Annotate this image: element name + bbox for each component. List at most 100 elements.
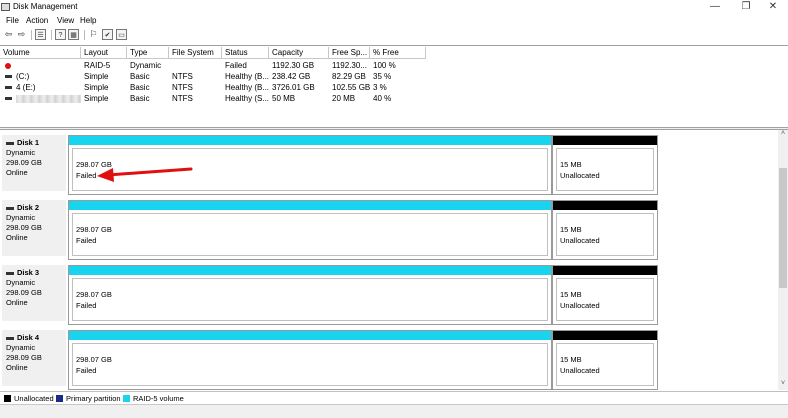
partition-status: Unallocated <box>560 301 600 310</box>
scroll-down-icon[interactable]: ˅ <box>778 380 788 387</box>
file-system-cell <box>169 60 222 71</box>
partition-body: 15 MB Unallocated <box>556 148 654 191</box>
partition-status: Failed <box>76 171 97 180</box>
menu-help[interactable]: Help <box>80 16 96 25</box>
capacity-cell: 3726.01 GB <box>272 83 315 92</box>
minimize-button[interactable]: — <box>700 0 730 14</box>
partition-size: 298.07 GB <box>76 160 112 169</box>
disk-row: Disk 1 Dynamic 298.09 GB Online 298.07 G… <box>0 132 778 195</box>
volume-cell: 4 (E:) <box>2 82 81 93</box>
volume-row[interactable]: 4 (E:) Simple Basic NTFS Healthy (B... 3… <box>0 82 426 93</box>
list-view-icon[interactable]: ☰ <box>35 29 46 40</box>
grid-view-icon[interactable]: ▦ <box>68 29 79 40</box>
free-space-cell: 102.55 GB <box>332 83 370 92</box>
column-header-file-system[interactable]: File System <box>169 47 222 59</box>
disk-name: Disk 3 <box>17 268 40 277</box>
unallocated-partition[interactable]: 15 MB Unallocated <box>552 200 658 260</box>
column-header-percent-free[interactable]: % Free <box>370 47 426 59</box>
scroll-thumb[interactable] <box>779 168 787 288</box>
disk-management-app-icon <box>1 3 10 11</box>
disk-label[interactable]: Disk 2 Dynamic 298.09 GB Online <box>2 200 66 256</box>
legend-label: RAID-5 volume <box>133 394 184 403</box>
maximize-button[interactable]: ❐ <box>731 0 761 14</box>
check-icon[interactable]: ✔ <box>102 29 113 40</box>
capacity-cell: 50 MB <box>272 94 296 103</box>
column-header-status[interactable]: Status <box>222 47 269 59</box>
disk-row: Disk 2 Dynamic 298.09 GB Online 298.07 G… <box>0 197 778 260</box>
forward-icon[interactable]: ⇨ <box>16 29 27 40</box>
disk-icon <box>6 271 14 275</box>
disk-size: 298.09 GB <box>6 223 42 232</box>
column-header-type[interactable]: Type <box>127 47 169 59</box>
column-header-free-space[interactable]: Free Sp... <box>329 47 370 59</box>
raid5-color-bar <box>69 331 551 340</box>
layout-cell: Simple <box>84 94 109 103</box>
partition-size: 298.07 GB <box>76 290 112 299</box>
scroll-up-icon[interactable]: ˄ <box>778 130 788 137</box>
back-icon[interactable]: ⇦ <box>3 29 14 40</box>
unallocated-partition[interactable]: 15 MB Unallocated <box>552 330 658 390</box>
raid5-color-bar <box>69 201 551 210</box>
disk-size: 298.09 GB <box>6 158 42 167</box>
partition-body: 15 MB Unallocated <box>556 278 654 321</box>
status-cell: Failed <box>225 61 247 70</box>
partition-status: Unallocated <box>560 171 600 180</box>
legend: Unallocated Primary partition RAID-5 vol… <box>0 391 788 403</box>
disk-label[interactable]: Disk 1 Dynamic 298.09 GB Online <box>2 135 66 191</box>
menu-view[interactable]: View <box>57 16 74 25</box>
disk-state: Online <box>6 363 28 372</box>
column-header-volume[interactable]: Volume <box>0 47 81 59</box>
raid5-partition[interactable]: 298.07 GB Failed <box>68 135 552 195</box>
disk-kind: Dynamic <box>6 343 36 352</box>
disk-state: Online <box>6 168 28 177</box>
volume-row[interactable]: RAID-5 Dynamic Failed 1192.30 GB 1192.30… <box>0 60 426 71</box>
volume-list: Volume Layout Type File System Status Ca… <box>0 45 788 127</box>
title-bar: Disk Management — ❐ ✕ <box>0 0 788 14</box>
capacity-cell: 238.42 GB <box>272 72 311 81</box>
view-pane-icon[interactable]: ▭ <box>116 29 127 40</box>
volume-row[interactable]: (C:) Simple Basic NTFS Healthy (B... 238… <box>0 71 426 82</box>
percent-free-cell: 100 % <box>373 61 396 70</box>
volume-name: 4 (E:) <box>16 83 36 92</box>
drive-icon <box>5 97 12 101</box>
properties-icon[interactable]: ⚐ <box>88 29 99 40</box>
close-button[interactable]: ✕ <box>758 0 788 14</box>
raid5-partition[interactable]: 298.07 GB Failed <box>68 200 552 260</box>
legend-label: Unallocated <box>14 394 54 403</box>
disk-kind: Dynamic <box>6 148 36 157</box>
partition-body: 15 MB Unallocated <box>556 343 654 386</box>
column-header-layout[interactable]: Layout <box>81 47 127 59</box>
unallocated-color-bar <box>553 331 657 340</box>
partition-body: 298.07 GB Failed <box>72 343 548 386</box>
partition-size: 15 MB <box>560 355 582 364</box>
failed-volume-icon <box>5 62 11 69</box>
drive-icon <box>5 86 12 90</box>
layout-cell: Simple <box>84 83 109 92</box>
partition-size: 15 MB <box>560 290 582 299</box>
disk-row: Disk 3 Dynamic 298.09 GB Online 298.07 G… <box>0 262 778 325</box>
status-cell: Healthy (B... <box>225 83 269 92</box>
raid5-color-bar <box>69 266 551 275</box>
partition-size: 15 MB <box>560 160 582 169</box>
unallocated-partition[interactable]: 15 MB Unallocated <box>552 135 658 195</box>
raid5-partition[interactable]: 298.07 GB Failed <box>68 265 552 325</box>
drive-icon <box>5 75 12 79</box>
toolbar-divider <box>31 30 32 40</box>
legend-label: Primary partition <box>66 394 121 403</box>
free-space-cell: 1192.30... <box>332 61 367 70</box>
help-icon[interactable]: ? <box>55 29 66 40</box>
unallocated-partition[interactable]: 15 MB Unallocated <box>552 265 658 325</box>
menu-action[interactable]: Action <box>26 16 48 25</box>
disk-label[interactable]: Disk 3 Dynamic 298.09 GB Online <box>2 265 66 321</box>
vertical-scrollbar[interactable]: ˄ ˅ <box>778 130 788 390</box>
disk-state: Online <box>6 298 28 307</box>
menu-file[interactable]: File <box>6 16 19 25</box>
disk-size: 298.09 GB <box>6 353 42 362</box>
column-header-capacity[interactable]: Capacity <box>269 47 329 59</box>
disk-icon <box>6 141 14 145</box>
layout-cell: RAID-5 <box>84 61 111 70</box>
disk-row: Disk 4 Dynamic 298.09 GB Online 298.07 G… <box>0 327 778 390</box>
raid5-partition[interactable]: 298.07 GB Failed <box>68 330 552 390</box>
disk-label[interactable]: Disk 4 Dynamic 298.09 GB Online <box>2 330 66 386</box>
volume-row[interactable]: Simple Basic NTFS Healthy (S... 50 MB 20… <box>0 93 426 104</box>
